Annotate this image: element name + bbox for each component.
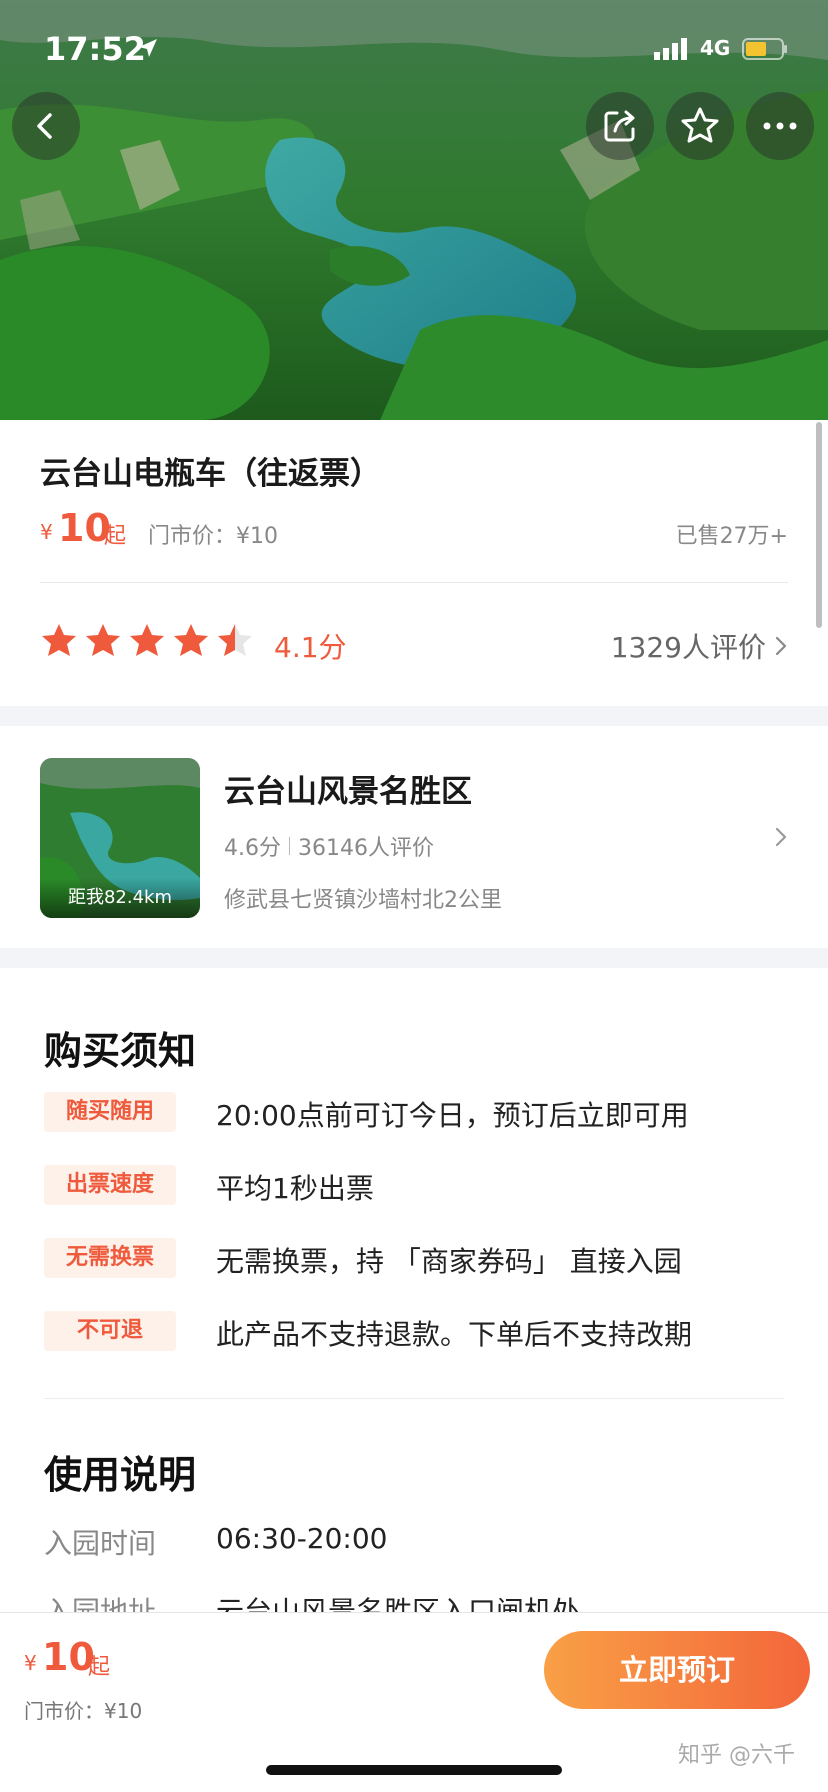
back-button[interactable] — [12, 92, 80, 160]
network-type: 4G — [700, 36, 731, 60]
more-button[interactable] — [746, 92, 814, 160]
share-icon — [604, 110, 635, 142]
scenic-meta: 4.6分 36146人评价 — [224, 830, 434, 862]
usage-value: 云台山风景名胜区入口闸机处 — [216, 1595, 581, 1612]
book-now-button[interactable]: 立即预订 — [544, 1631, 810, 1709]
purchase-notice-card: 购买须知 随买随用 20:00点前可订今日，预订后立即可用 出票速度 平均1秒出… — [0, 968, 828, 1612]
price-suffix: 起 — [104, 524, 127, 549]
notice-text: 平均1秒出票 — [216, 1172, 374, 1205]
notice-tag: 随买随用 — [44, 1092, 176, 1132]
hero-image: 17:52 4G — [0, 0, 828, 420]
rating-stars — [40, 622, 254, 660]
notice-title: 购买须知 — [44, 1029, 197, 1073]
scenic-reviews: 36146人评价 — [298, 836, 434, 861]
back-arrow-icon — [37, 113, 52, 139]
review-count-link[interactable]: 1329人评价 — [611, 626, 788, 666]
share-button[interactable] — [586, 92, 654, 160]
distance-label: 距我82.4km — [40, 878, 200, 918]
bottom-price-suffix: 起 — [88, 1655, 111, 1680]
notice-item: 出票速度 平均1秒出票 — [44, 1161, 784, 1209]
review-count: 1329人评价 — [610, 631, 766, 664]
chevron-right-icon — [775, 636, 787, 656]
sold-count: 已售27万+ — [675, 524, 788, 549]
chevron-right-icon — [775, 827, 787, 847]
market-price: 门市价：¥10 — [148, 524, 278, 549]
notice-tag: 无需换票 — [44, 1238, 176, 1278]
watermark: 知乎 @六千 — [678, 1743, 795, 1768]
usage-title: 使用说明 — [44, 1453, 197, 1497]
rating-row[interactable]: 4.1分 1329人评价 — [40, 620, 788, 664]
bottom-price-value: 10 — [42, 1635, 95, 1679]
price-currency: ¥ — [40, 520, 53, 544]
status-time: 17:52 — [44, 30, 146, 68]
notice-text: 无需换票，持 「商家券码」 直接入园 — [216, 1245, 682, 1278]
divider — [40, 582, 788, 583]
battery-icon — [742, 38, 787, 60]
bottom-market-price: 门市价：¥10 — [24, 1699, 143, 1723]
usage-row: 入园地址 云台山风景名胜区入口闸机处 — [44, 1590, 784, 1612]
product-title: 云台山电瓶车（往返票） — [40, 456, 381, 492]
more-dots-icon — [763, 122, 797, 130]
usage-label: 入园时间 — [44, 1527, 157, 1560]
bottom-price: ¥ 10 起 — [24, 1635, 224, 1681]
scenic-address: 修武县七贤镇沙墙村北2公里 — [224, 888, 502, 913]
location-arrow-icon — [139, 39, 157, 57]
usage-label: 入园地址 — [44, 1595, 157, 1612]
bottom-bar: ¥ 10 起 门市价：¥10 立即预订 知乎 @六千 — [0, 1612, 828, 1792]
divider — [44, 1398, 784, 1399]
notice-text: 20:00点前可订今日，预订后立即可用 — [216, 1099, 689, 1132]
star-outline-icon — [681, 107, 719, 143]
notice-item: 随买随用 20:00点前可订今日，预订后立即可用 — [44, 1088, 784, 1136]
usage-row: 入园时间 06:30-20:00 — [44, 1522, 784, 1566]
star-full-icon — [86, 624, 120, 656]
notice-tag: 不可退 — [44, 1311, 176, 1351]
status-bar: 17:52 4G — [0, 30, 828, 70]
star-half-icon — [218, 624, 252, 656]
scenic-thumbnail: 距我82.4km — [40, 758, 200, 918]
rating-score: 4.1分 — [274, 631, 347, 664]
signal-icon — [654, 38, 687, 60]
product-card: 云台山电瓶车（往返票） ¥ 10 起 门市价：¥10 已售27万+ 4.1分 1… — [0, 420, 828, 706]
star-full-icon — [130, 624, 164, 656]
notice-text: 此产品不支持退款。下单后不支持改期 — [216, 1318, 693, 1351]
notice-item: 不可退 此产品不支持退款。下单后不支持改期 — [44, 1307, 784, 1355]
home-indicator[interactable] — [266, 1765, 562, 1775]
star-full-icon — [174, 624, 208, 656]
star-full-icon — [42, 624, 76, 656]
scrollbar[interactable] — [816, 422, 822, 628]
favorite-button[interactable] — [666, 92, 734, 160]
separator — [289, 837, 290, 855]
scenic-name: 云台山风景名胜区 — [224, 774, 472, 810]
scenic-area-card[interactable]: 距我82.4km 云台山风景名胜区 4.6分 36146人评价 修武县七贤镇沙墙… — [0, 726, 828, 948]
notice-item: 无需换票 无需换票，持 「商家券码」 直接入园 — [44, 1234, 784, 1282]
scenic-score: 4.6分 — [224, 836, 281, 861]
notice-tag: 出票速度 — [44, 1165, 176, 1205]
price-value: 10 — [58, 506, 111, 550]
bottom-price-currency: ¥ — [24, 1651, 37, 1675]
price-row: ¥ 10 起 门市价：¥10 已售27万+ — [40, 506, 788, 550]
usage-value: 06:30-20:00 — [216, 1522, 388, 1555]
